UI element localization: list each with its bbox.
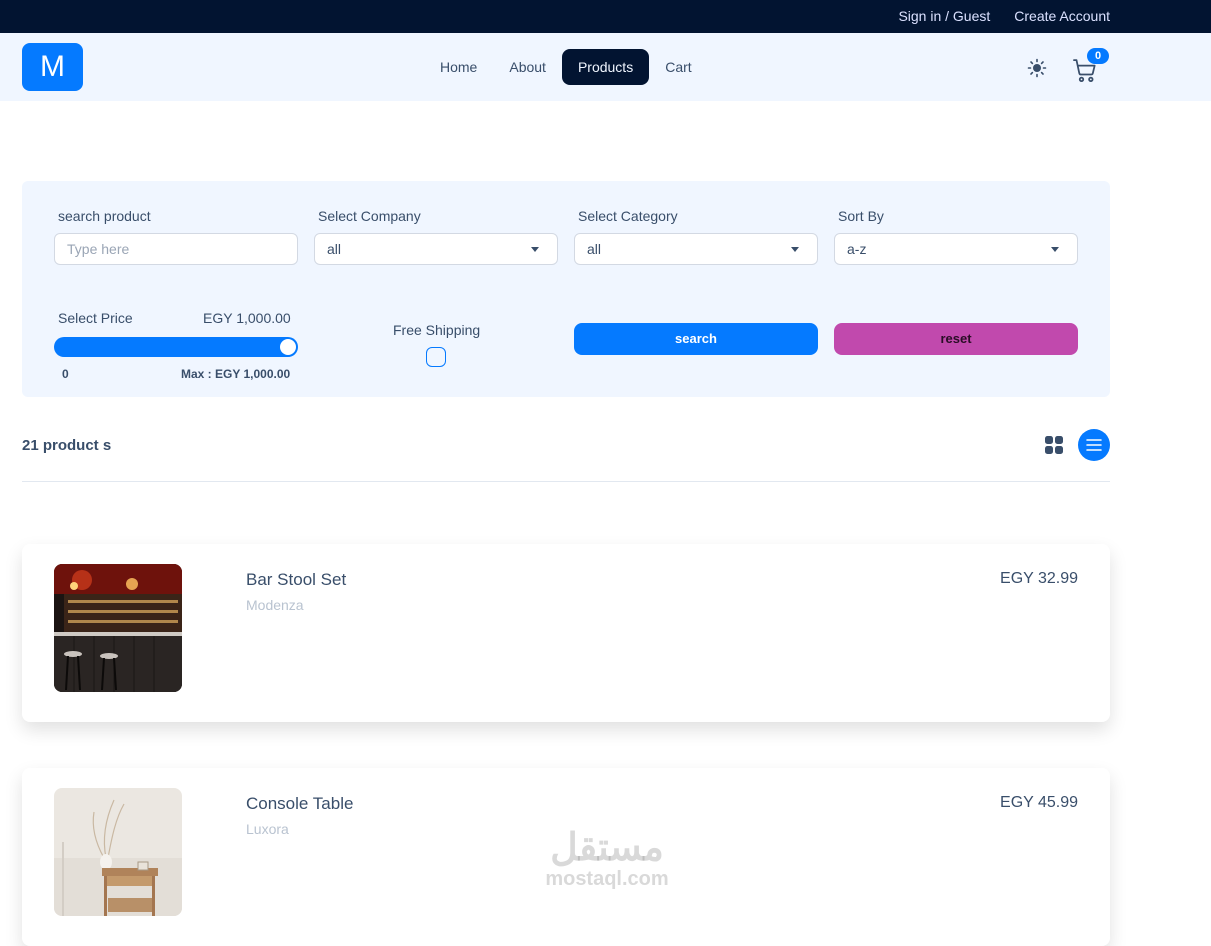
list-icon bbox=[1086, 439, 1102, 451]
grid-icon bbox=[1045, 436, 1063, 454]
nav-about[interactable]: About bbox=[493, 49, 562, 85]
sort-value: a-z bbox=[847, 241, 867, 257]
chevron-down-icon bbox=[531, 247, 539, 252]
navbar: M Home About Products Cart 0 bbox=[0, 33, 1211, 101]
search-input[interactable]: Type here bbox=[54, 233, 298, 265]
sun-icon[interactable] bbox=[1026, 57, 1048, 79]
search-label: search product bbox=[58, 208, 151, 224]
price-max: Max : EGY 1,000.00 bbox=[181, 367, 291, 381]
product-price: EGY 32.99 bbox=[1000, 570, 1078, 587]
divider bbox=[22, 481, 1110, 482]
product-count: 21 product s bbox=[22, 437, 112, 454]
product-image bbox=[54, 564, 182, 692]
filters-form: search product Type here Select Company … bbox=[22, 181, 1110, 397]
category-value: all bbox=[587, 241, 602, 257]
sign-in-link[interactable]: Sign in / Guest bbox=[898, 8, 990, 24]
watermark-arabic: مستقل bbox=[550, 827, 664, 869]
category-select[interactable]: all bbox=[574, 233, 818, 265]
search-button[interactable]: search bbox=[574, 323, 818, 355]
sort-label: Sort By bbox=[838, 208, 884, 224]
free-shipping-label: Free Shipping bbox=[393, 322, 481, 338]
company-value: all bbox=[327, 241, 342, 257]
product-title: Console Table bbox=[246, 794, 354, 813]
price-value: EGY 1,000.00 bbox=[203, 310, 291, 326]
list-view-button[interactable] bbox=[1078, 429, 1110, 461]
product-price: EGY 45.99 bbox=[1000, 794, 1078, 811]
logo[interactable]: M bbox=[22, 43, 83, 91]
product-company: Modenza bbox=[246, 597, 304, 613]
nav-links: Home About Products Cart bbox=[424, 49, 708, 85]
price-label: Select Price bbox=[58, 310, 133, 326]
nav-cart[interactable]: Cart bbox=[649, 49, 707, 85]
reset-button[interactable]: reset bbox=[834, 323, 1078, 355]
auth-links: Sign in / Guest Create Account bbox=[898, 8, 1110, 24]
chevron-down-icon bbox=[1051, 247, 1059, 252]
price-slider-handle[interactable] bbox=[280, 339, 296, 355]
create-account-link[interactable]: Create Account bbox=[1014, 8, 1110, 24]
company-label: Select Company bbox=[318, 208, 421, 224]
product-card[interactable]: Bar Stool Set Modenza EGY 32.99 bbox=[22, 544, 1110, 722]
nav-home[interactable]: Home bbox=[424, 49, 493, 85]
free-shipping-checkbox[interactable] bbox=[426, 347, 446, 367]
watermark-latin: mostaql.com bbox=[545, 868, 669, 890]
grid-view-button[interactable] bbox=[1038, 429, 1070, 461]
top-bar: Sign in / Guest Create Account bbox=[0, 0, 1211, 33]
company-select[interactable]: all bbox=[314, 233, 558, 265]
search-placeholder: Type here bbox=[67, 241, 130, 257]
price-slider[interactable] bbox=[54, 337, 298, 357]
cart-count-badge: 0 bbox=[1087, 48, 1109, 64]
product-company: Luxora bbox=[246, 821, 289, 837]
sort-select[interactable]: a-z bbox=[834, 233, 1078, 265]
watermark: مستقل mostaql.com bbox=[532, 828, 682, 890]
price-min: 0 bbox=[62, 367, 69, 381]
product-image bbox=[54, 788, 182, 916]
nav-products[interactable]: Products bbox=[561, 49, 650, 85]
product-title: Bar Stool Set bbox=[246, 570, 347, 589]
cart-button[interactable]: 0 bbox=[1071, 48, 1111, 85]
chevron-down-icon bbox=[791, 247, 799, 252]
category-label: Select Category bbox=[578, 208, 678, 224]
